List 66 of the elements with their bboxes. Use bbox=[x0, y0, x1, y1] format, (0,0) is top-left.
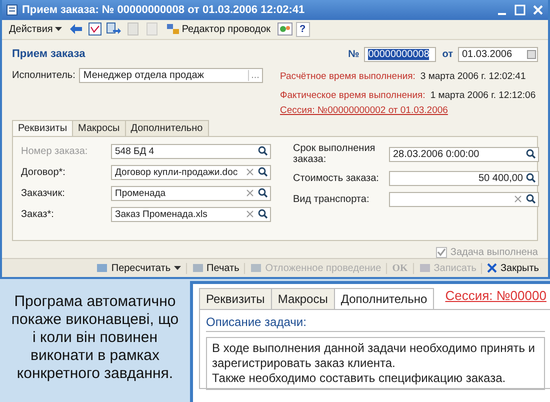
executor-label: Исполнитель: bbox=[12, 70, 76, 81]
description-field[interactable]: В ходе выполнения данной задачи необходимо принять и зарегистрировать заказ клиента. Также необходимо составить спецификацию заказа. bbox=[206, 337, 545, 390]
session-link[interactable]: Сессия: №00000000002 от 01.03.2006 bbox=[280, 105, 448, 116]
caret-icon bbox=[174, 266, 181, 271]
input-field[interactable]: Заказ Променада.xls bbox=[111, 206, 271, 222]
time-label: Расчётное время выполнения: bbox=[280, 71, 416, 82]
section-title: Описание задачи: bbox=[206, 315, 545, 332]
close-icon[interactable] bbox=[532, 4, 544, 16]
number-label: № bbox=[348, 48, 360, 60]
field-label: Заказ*: bbox=[21, 208, 55, 220]
time-label: Фактическое время выполнения: bbox=[280, 90, 426, 102]
time-value: 1 марта 2006 г. 12:12:06 bbox=[430, 90, 536, 102]
field-label: Номер заказа: bbox=[21, 146, 89, 157]
search-icon[interactable] bbox=[257, 187, 269, 200]
tab[interactable]: Реквизиты bbox=[199, 288, 272, 309]
document-icon bbox=[250, 263, 262, 274]
field-label: Стоимость заказа: bbox=[293, 172, 380, 184]
document-icon bbox=[418, 263, 431, 274]
input-field[interactable]: Променада bbox=[111, 186, 271, 201]
input-field[interactable]: 28.03.2006 0:00:00 bbox=[389, 146, 539, 162]
print-button[interactable]: Печать bbox=[186, 262, 246, 274]
tab[interactable]: Дополнительно bbox=[334, 288, 434, 309]
search-icon[interactable] bbox=[525, 148, 537, 160]
tab[interactable]: Реквизиты bbox=[12, 120, 74, 136]
maximize-icon[interactable] bbox=[514, 4, 526, 16]
field-label: Заказчик: bbox=[21, 188, 66, 199]
forward-document-icon[interactable] bbox=[106, 22, 122, 36]
window-title: Прием заказа: № 00000000008 от 01.03.2006 12:02:41 bbox=[22, 4, 306, 16]
caret-icon bbox=[54, 26, 62, 32]
session-link[interactable]: Сессия: №00000 bbox=[445, 288, 546, 303]
date-field[interactable]: 01.03.2006 bbox=[458, 46, 538, 62]
clear-icon[interactable] bbox=[513, 194, 523, 204]
input-field[interactable] bbox=[389, 192, 539, 207]
checkbox-label: Задача выполнена bbox=[450, 247, 538, 258]
document-icon bbox=[96, 263, 108, 274]
close-icon bbox=[487, 263, 498, 274]
document-icon bbox=[6, 4, 18, 16]
clear-icon[interactable] bbox=[245, 209, 255, 220]
clear-icon[interactable] bbox=[245, 167, 255, 178]
recalculate-button[interactable]: Пересчитать bbox=[91, 262, 187, 274]
input-field[interactable]: 50 400,00 bbox=[389, 170, 539, 186]
search-icon[interactable] bbox=[525, 193, 537, 206]
time-value: 3 марта 2006 г. 12:02:41 bbox=[420, 71, 526, 82]
field-label: Вид транспорта: bbox=[293, 194, 370, 205]
select-button[interactable]: ... bbox=[248, 70, 262, 81]
actions-menu[interactable]: Действия bbox=[6, 22, 65, 36]
dt-kt-icon bbox=[166, 23, 180, 36]
posting-editor-button[interactable]: Редактор проводок bbox=[162, 22, 274, 36]
field-label: Срок выполнения заказа: bbox=[293, 143, 376, 166]
input-field[interactable]: Договор купли-продажи.doc bbox=[111, 164, 271, 180]
left-arrow-icon[interactable] bbox=[68, 22, 84, 36]
search-icon[interactable] bbox=[257, 166, 269, 178]
search-icon[interactable] bbox=[525, 172, 537, 184]
help-button[interactable]: ? bbox=[296, 22, 310, 37]
form-title: Прием заказа bbox=[12, 48, 86, 60]
search-icon[interactable] bbox=[257, 208, 269, 220]
close-button[interactable]: Закрыть bbox=[482, 262, 544, 274]
tab[interactable]: Макросы bbox=[270, 288, 335, 309]
executor-field[interactable]: Менеджер отдела продаж ... bbox=[79, 68, 264, 83]
tab[interactable]: Макросы bbox=[72, 120, 126, 136]
number-field[interactable]: 00000000008 bbox=[364, 46, 436, 62]
field-label: Договор*: bbox=[21, 166, 66, 178]
caption-text: Програма автоматично покаже виконавцеві, що і коли він повинен виконати в рамках конкретного завдання. bbox=[10, 293, 180, 384]
tab[interactable]: Дополнительно bbox=[124, 120, 209, 136]
clear-icon[interactable] bbox=[245, 188, 255, 198]
date-label: от bbox=[442, 48, 453, 60]
